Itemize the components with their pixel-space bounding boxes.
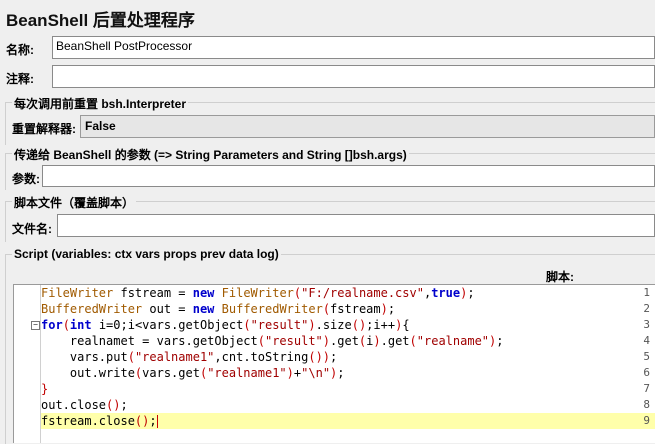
code-token: ; bbox=[337, 366, 345, 380]
code-token: out.close bbox=[41, 398, 107, 412]
code-line: BufferedWriter out = new BufferedWriter(… bbox=[41, 301, 395, 317]
name-label: 名称: bbox=[6, 43, 34, 57]
comment-field[interactable] bbox=[52, 65, 655, 88]
code-token: new bbox=[192, 286, 215, 300]
line-number: 9 bbox=[643, 414, 650, 427]
code-token: .size bbox=[315, 318, 352, 332]
code-token: "realname" bbox=[416, 334, 490, 348]
reset-group-legend: 每次调用前重置 bsh.Interpreter bbox=[12, 95, 189, 112]
code-token: BufferedWriter bbox=[221, 302, 323, 316]
code-token: ( bbox=[409, 334, 417, 348]
fold-collapse-icon[interactable]: − bbox=[31, 321, 40, 330]
code-token: () bbox=[351, 318, 367, 332]
comment-label: 注释: bbox=[6, 72, 34, 86]
code-token: { bbox=[402, 318, 410, 332]
code-token: ) bbox=[286, 366, 294, 380]
code-line: for(int i=0;i<vars.getObject("result").s… bbox=[41, 317, 410, 333]
code-token: ; bbox=[496, 334, 504, 348]
code-token: new bbox=[192, 302, 215, 316]
line-number: 6 bbox=[643, 366, 650, 379]
code-token: i=0;i<vars.getObject bbox=[91, 318, 244, 332]
code-token: ) bbox=[373, 334, 381, 348]
line-number: 1 bbox=[643, 286, 650, 299]
code-token: () bbox=[106, 398, 121, 412]
code-token: ; bbox=[120, 398, 128, 412]
params-group-legend: 传递给 BeanShell 的参数 (=> String Parameters … bbox=[12, 146, 409, 163]
line-number: 4 bbox=[643, 334, 650, 347]
code-token: ) bbox=[308, 318, 316, 332]
line-number: 2 bbox=[643, 302, 650, 315]
code-token: ; bbox=[387, 302, 396, 316]
code-token: out.write bbox=[41, 366, 135, 380]
code-token: ( bbox=[322, 302, 331, 316]
filename-label: 文件名: bbox=[12, 222, 52, 236]
code-token: fstream = bbox=[113, 286, 193, 300]
reset-interpreter-label: 重置解释器: bbox=[12, 122, 76, 136]
code-line: out.write(vars.get("realname1")+"\n"); bbox=[41, 365, 345, 381]
code-token: ;i++ bbox=[366, 318, 396, 332]
code-token: .get bbox=[330, 334, 359, 348]
params-field[interactable] bbox=[42, 165, 655, 187]
code-line: } bbox=[41, 381, 48, 397]
code-token: ) bbox=[380, 302, 388, 316]
code-token: ) bbox=[322, 334, 331, 348]
code-line: out.close(); bbox=[41, 397, 128, 413]
code-token: FileWriter bbox=[41, 286, 114, 300]
line-number: 5 bbox=[643, 350, 650, 363]
code-line: realnamet = vars.getObject("result").get… bbox=[41, 333, 504, 349]
code-token: "result" bbox=[250, 318, 309, 332]
code-token: vars.put bbox=[41, 350, 128, 364]
reset-interpreter-select[interactable]: False bbox=[80, 115, 655, 138]
code-token: "\n" bbox=[301, 366, 331, 380]
filename-field[interactable] bbox=[57, 214, 655, 237]
code-token: ; bbox=[467, 286, 475, 300]
name-field[interactable]: BeanShell PostProcessor bbox=[52, 36, 655, 59]
code-token: "realname1" bbox=[134, 350, 215, 364]
code-token: "realname1" bbox=[207, 366, 287, 380]
code-token: .get bbox=[380, 334, 410, 348]
code-token: int bbox=[69, 318, 92, 332]
code-token: for bbox=[41, 318, 63, 332]
line-number: 7 bbox=[643, 382, 650, 395]
line-number: 8 bbox=[643, 398, 650, 411]
code-token: realnamet = vars.getObject bbox=[41, 334, 258, 348]
code-token: ; bbox=[330, 350, 338, 364]
code-token: out = bbox=[142, 302, 193, 316]
file-group-legend: 脚本文件（覆盖脚本） bbox=[12, 194, 137, 211]
code-token: fstream.close bbox=[41, 414, 135, 428]
code-line: FileWriter fstream = new FileWriter("F:/… bbox=[41, 285, 475, 301]
code-token: "result" bbox=[264, 334, 323, 348]
code-token: ( bbox=[257, 334, 265, 348]
code-token: ,cnt.toString bbox=[214, 350, 309, 364]
code-token: true bbox=[431, 286, 461, 300]
window-title: BeanShell 后置处理程序 bbox=[6, 11, 195, 30]
code-token: ( bbox=[62, 318, 70, 332]
line-number: 3 bbox=[643, 318, 650, 331]
code-token: vars.get bbox=[142, 366, 200, 380]
code-line: vars.put("realname1",cnt.toString()); bbox=[41, 349, 337, 365]
code-token: ( bbox=[243, 318, 251, 332]
code-token: BufferedWriter bbox=[41, 302, 143, 316]
code-token: FileWriter bbox=[221, 286, 294, 300]
params-label: 参数: bbox=[12, 172, 40, 186]
code-token: () bbox=[134, 414, 150, 428]
code-token: } bbox=[41, 382, 49, 396]
code-token: ( bbox=[127, 350, 135, 364]
script-editor[interactable]: 1 FileWriter fstream = new FileWriter("F:… bbox=[13, 284, 655, 443]
text-cursor bbox=[156, 415, 158, 428]
script-group-legend: Script (variables: ctx vars props prev d… bbox=[12, 247, 281, 261]
script-label: 脚本: bbox=[546, 270, 574, 284]
code-token: ()) bbox=[308, 350, 331, 364]
code-line: fstream.close(); bbox=[41, 413, 158, 429]
code-token: "F:/realname.csv" bbox=[301, 286, 424, 300]
line-number-gutter bbox=[14, 285, 41, 443]
code-token: fstream bbox=[330, 302, 381, 316]
code-token: ; bbox=[149, 414, 157, 428]
